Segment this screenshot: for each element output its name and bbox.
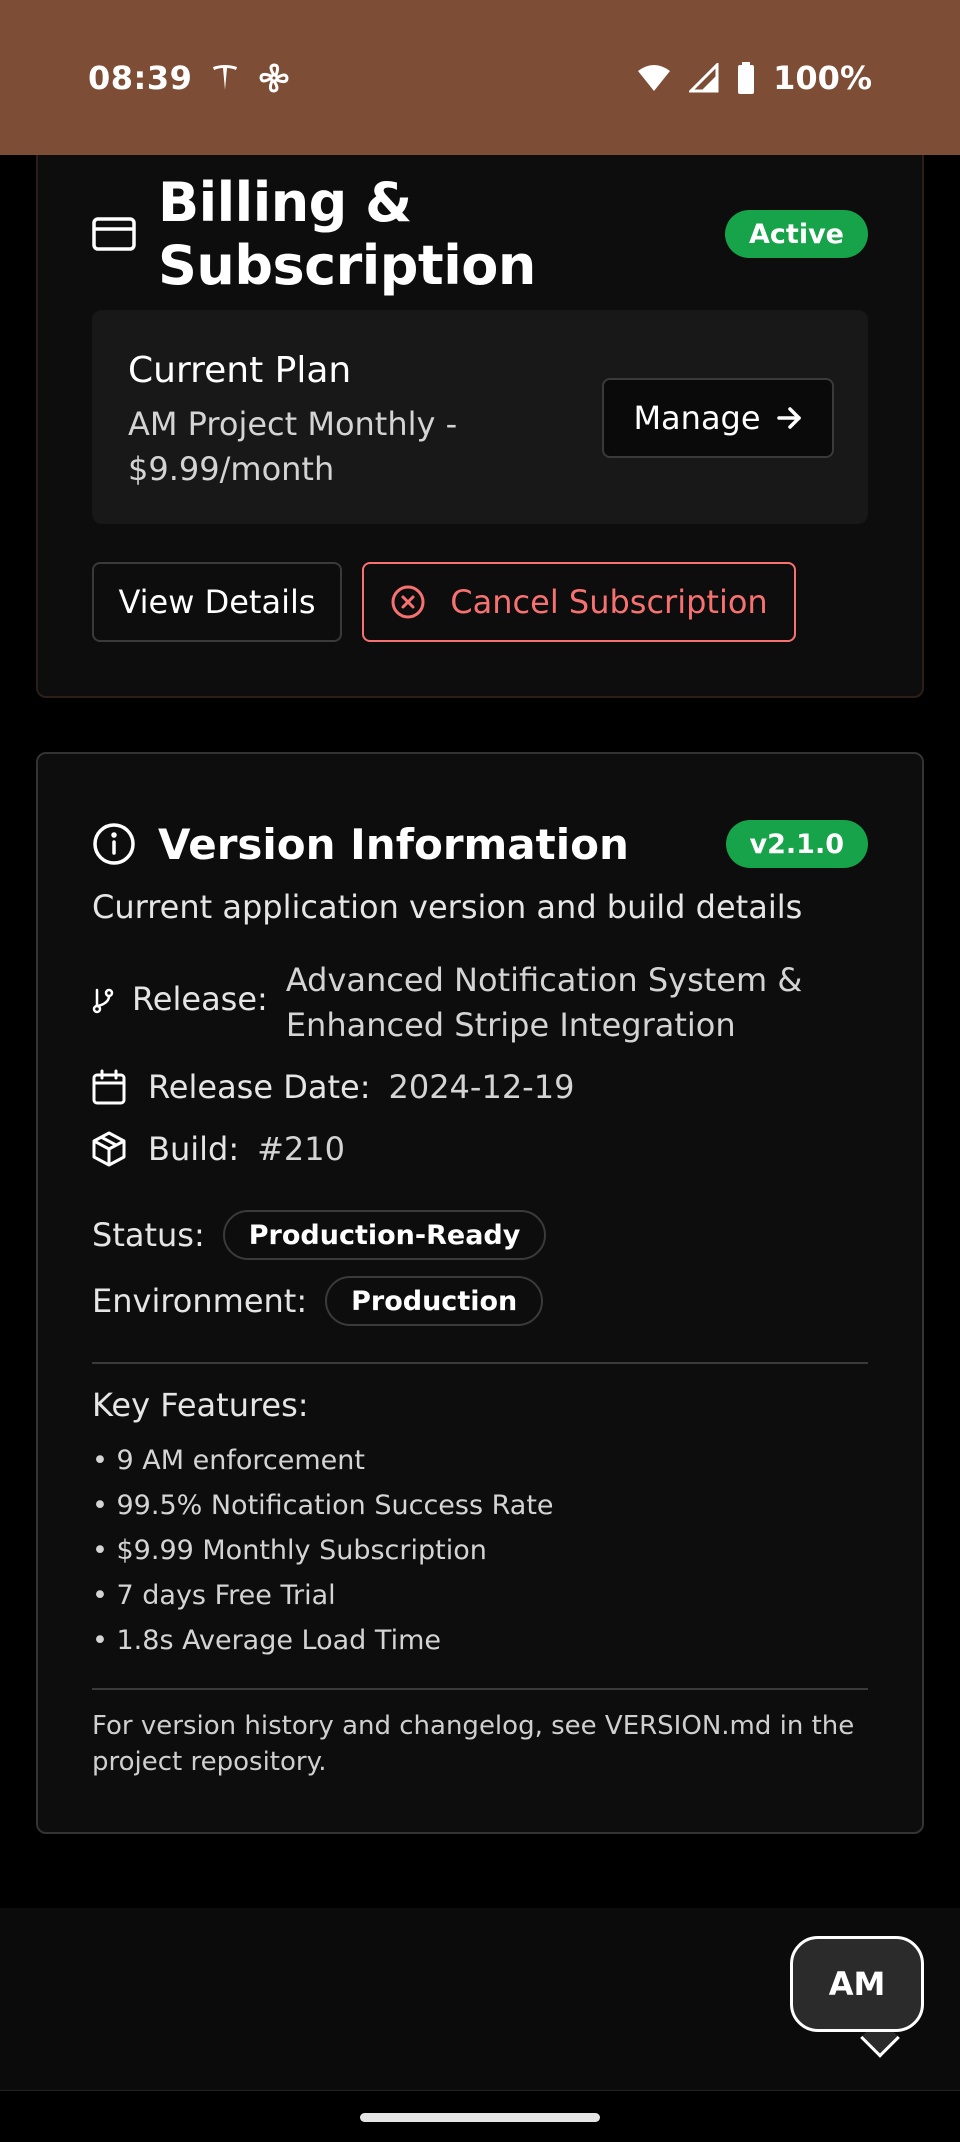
credit-card-icon	[92, 216, 136, 252]
environment-pill: Production	[325, 1276, 544, 1326]
am-chat-button[interactable]: AM	[790, 1936, 924, 2032]
current-plan-box: Current Plan AM Project Monthly - $9.99/…	[92, 310, 868, 524]
status-time: 08:39	[88, 58, 193, 97]
feature-item: • 7 days Free Trial	[92, 1580, 336, 1611]
release-date-row: Release Date: 2024-12-19	[92, 1068, 574, 1106]
status-pill: Production-Ready	[222, 1210, 547, 1260]
version-footnote: For version history and changelog, see V…	[92, 1711, 855, 1777]
wifi-icon	[637, 63, 671, 93]
fan-icon	[258, 62, 290, 94]
version-badge: v2.1.0	[725, 820, 868, 868]
tesla-icon	[210, 63, 240, 93]
build-label: Build:	[148, 1130, 240, 1168]
x-circle-icon	[390, 584, 426, 620]
environment-label: Environment:	[92, 1282, 308, 1320]
features-list: • 9 AM enforcement • 99.5% Notification …	[92, 1438, 554, 1663]
manage-label: Manage	[633, 399, 761, 437]
cancel-subscription-label: Cancel Subscription	[450, 583, 768, 621]
calendar-icon	[92, 1069, 126, 1105]
plan-description: AM Project Monthly - $9.99/month	[128, 405, 458, 488]
build-value: #210	[257, 1130, 345, 1168]
release-date-label: Release Date:	[148, 1068, 371, 1106]
view-details-label: View Details	[118, 583, 316, 621]
feature-item: • 9 AM enforcement	[92, 1445, 365, 1476]
signal-icon	[689, 62, 719, 93]
cancel-subscription-button[interactable]: Cancel Subscription	[362, 562, 796, 642]
billing-card: Billing & Subscription Active Current Pl…	[36, 120, 924, 698]
arrow-right-icon	[775, 404, 803, 432]
battery-icon	[737, 61, 755, 94]
status-bar: 08:39 100%	[0, 0, 960, 155]
version-card: Version Information v2.1.0 Current appli…	[36, 752, 924, 1834]
billing-header: Billing & Subscription Active	[92, 171, 868, 297]
release-value: Advanced Notification System & Enhanced …	[285, 961, 803, 1044]
manage-button[interactable]: Manage	[602, 378, 834, 458]
package-icon	[92, 1131, 126, 1167]
am-label: AM	[828, 1965, 886, 2003]
version-subtitle: Current application version and build de…	[92, 888, 803, 926]
status-label: Status:	[92, 1216, 205, 1254]
feature-item: • 99.5% Notification Success Rate	[92, 1490, 554, 1521]
release-date-value: 2024-12-19	[388, 1068, 575, 1106]
home-indicator[interactable]	[360, 2113, 600, 2122]
release-row: Release: Advanced Notification System & …	[92, 958, 846, 1048]
feature-item: • $9.99 Monthly Subscription	[92, 1535, 487, 1566]
divider	[92, 1362, 868, 1364]
release-label: Release:	[132, 980, 268, 1018]
version-title: Version Information	[158, 819, 629, 869]
info-icon	[92, 822, 136, 866]
plan-title: Current Plan	[128, 350, 352, 391]
status-badge: Active	[725, 210, 868, 258]
version-header: Version Information v2.1.0	[92, 814, 868, 874]
billing-title: Billing & Subscription	[158, 171, 536, 297]
feature-item: • 1.8s Average Load Time	[92, 1625, 441, 1656]
git-branch-icon	[92, 988, 114, 1014]
features-title: Key Features:	[92, 1386, 309, 1424]
battery-percentage: 100%	[773, 58, 872, 97]
build-row: Build: #210	[92, 1130, 345, 1168]
environment-row: Environment: Production	[92, 1276, 544, 1326]
divider	[92, 1688, 868, 1690]
status-row: Status: Production-Ready	[92, 1210, 547, 1260]
view-details-button[interactable]: View Details	[92, 562, 342, 642]
